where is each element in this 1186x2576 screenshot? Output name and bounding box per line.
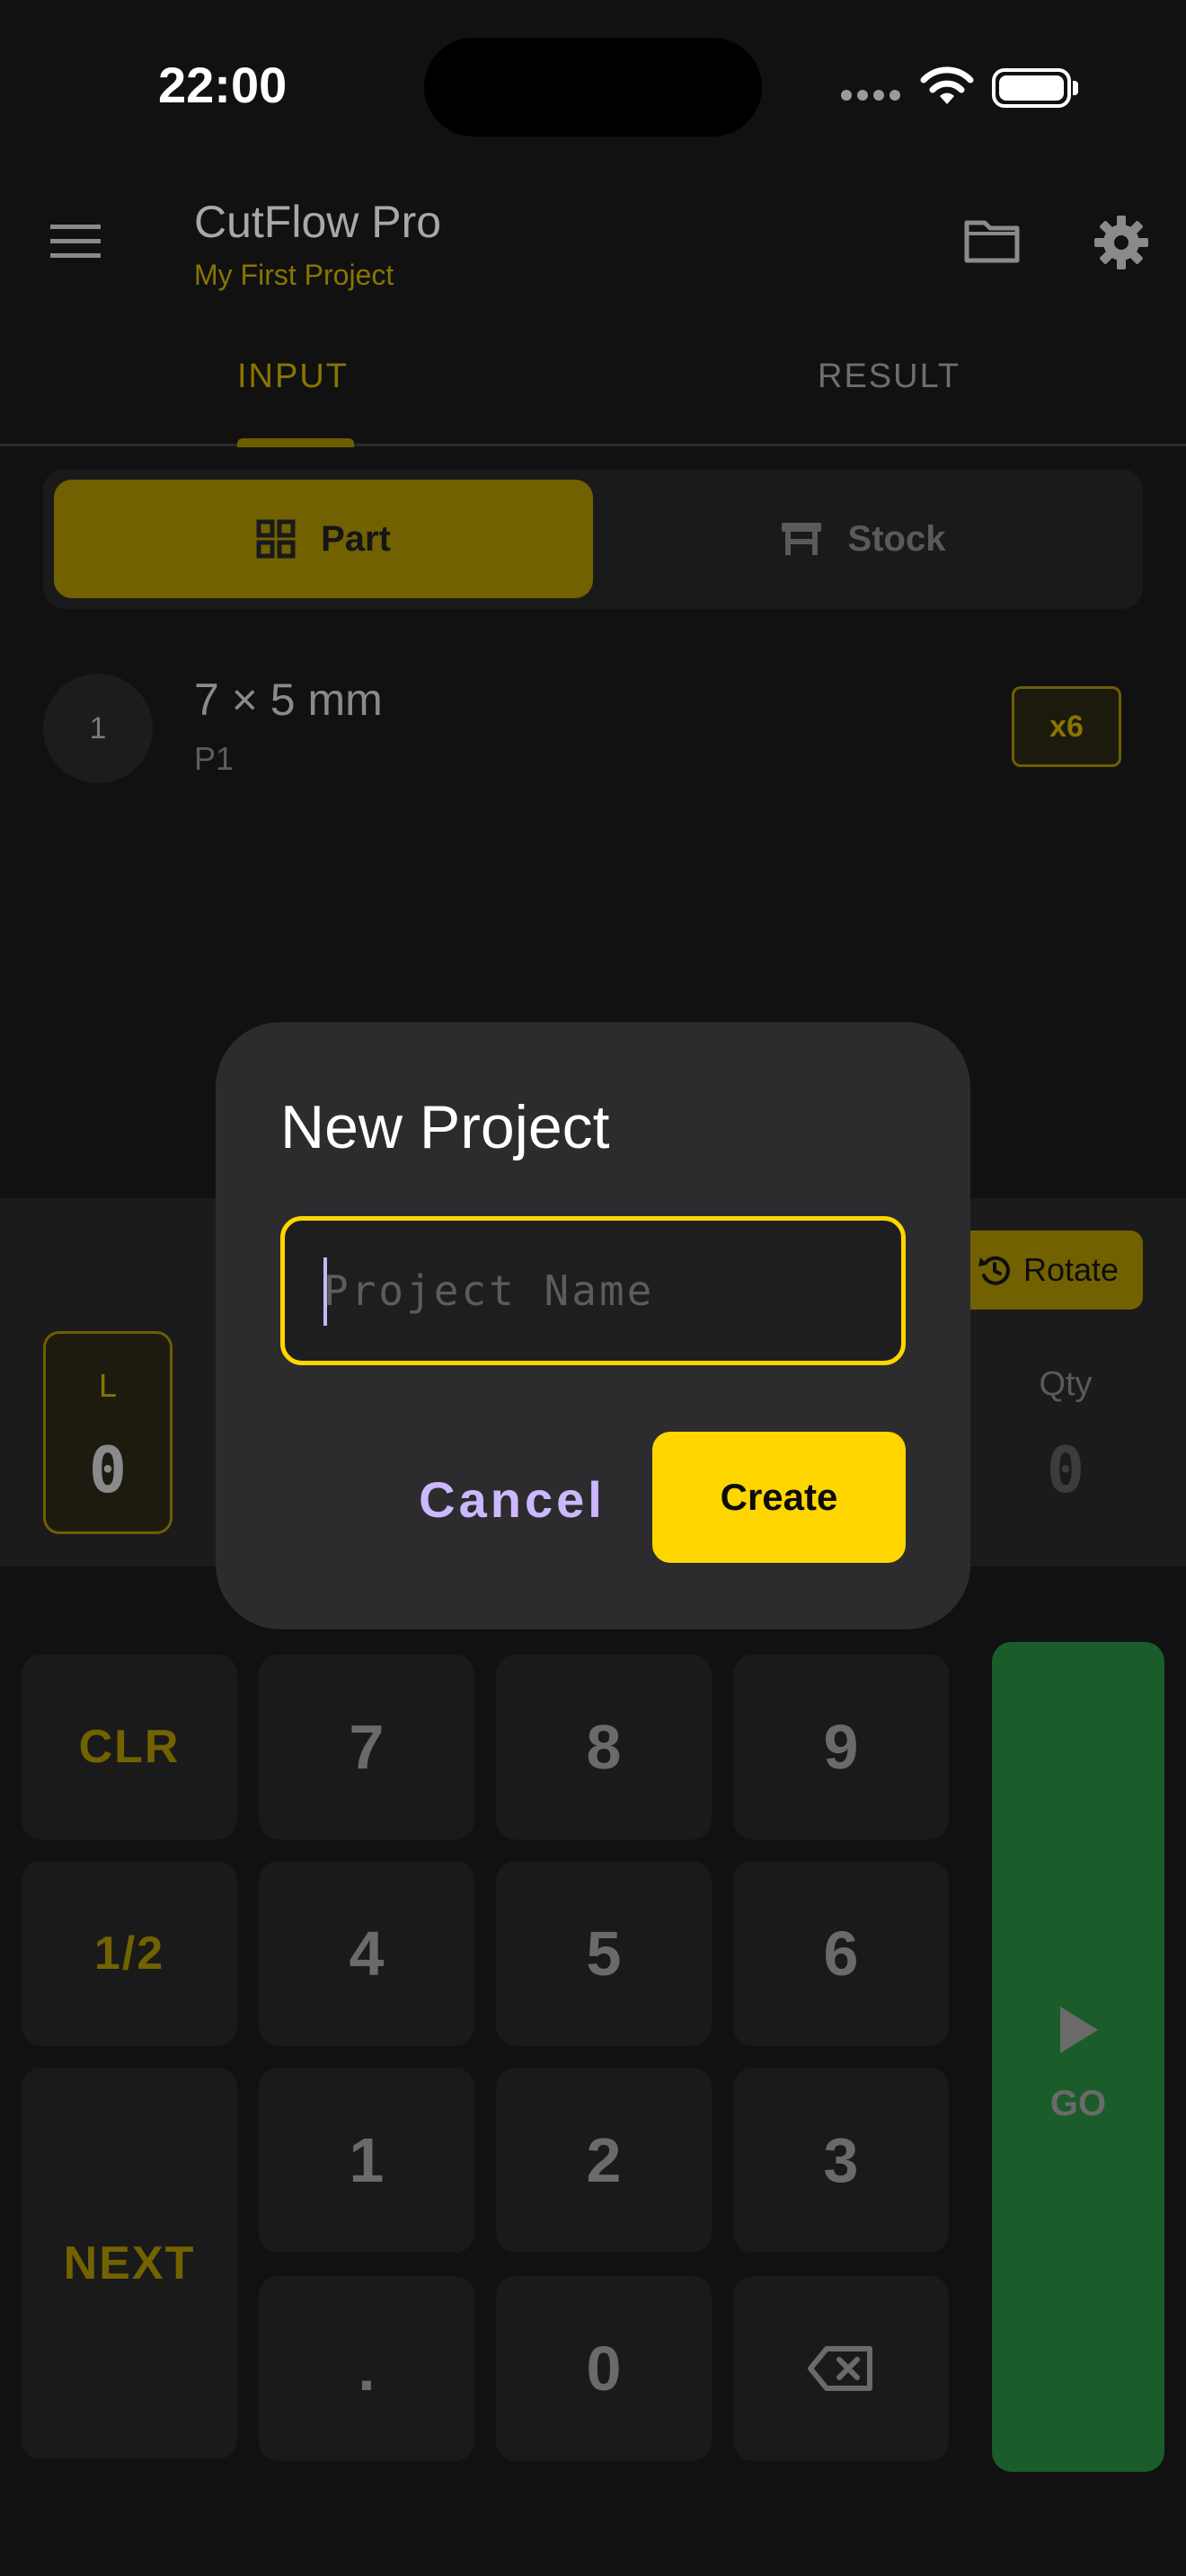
battery-tip: [1073, 81, 1078, 95]
quantity-label: Qty: [1039, 1365, 1093, 1403]
segment-part[interactable]: Part: [54, 480, 593, 598]
key-0[interactable]: 0: [496, 2276, 712, 2461]
key-8[interactable]: 8: [496, 1654, 712, 1839]
rotate-icon: [978, 1256, 1010, 1285]
rotate-button[interactable]: Rotate: [952, 1231, 1143, 1310]
dialog-title: New Project: [280, 1093, 610, 1161]
length-value: 0: [88, 1434, 128, 1507]
tab-result[interactable]: RESULT: [818, 357, 960, 396]
play-icon: [1060, 2007, 1098, 2053]
key-half[interactable]: 1/2: [22, 1861, 237, 2046]
backspace-icon: [808, 2346, 872, 2391]
folder-icon[interactable]: [963, 217, 1021, 264]
battery-icon: [992, 68, 1071, 108]
key-3[interactable]: 3: [733, 2068, 949, 2253]
length-label: L: [98, 1367, 118, 1404]
part-dimensions[interactable]: 7 × 5 mm: [194, 674, 383, 726]
key-decimal[interactable]: .: [259, 2276, 474, 2461]
go-button[interactable]: [992, 1642, 1164, 2472]
text-caret: [323, 1257, 327, 1326]
wifi-icon: [920, 66, 974, 104]
table-icon: [781, 523, 821, 555]
rotate-label: Rotate: [1022, 1251, 1120, 1288]
status-time: 22:00: [158, 57, 288, 113]
go-label: GO: [1049, 2084, 1107, 2123]
part-quantity-badge[interactable]: x6: [1012, 686, 1121, 767]
key-next[interactable]: NEXT: [22, 2068, 237, 2459]
key-clear[interactable]: CLR: [22, 1654, 237, 1839]
gear-icon[interactable]: [1093, 214, 1150, 271]
grid-icon: [256, 519, 296, 559]
key-4[interactable]: 4: [259, 1861, 474, 2046]
dynamic-island: [424, 38, 762, 137]
tab-active-indicator: [237, 438, 354, 447]
key-backspace[interactable]: [733, 2276, 949, 2461]
menu-icon[interactable]: [50, 223, 102, 260]
quantity-value[interactable]: 0: [1012, 1434, 1120, 1507]
key-9[interactable]: 9: [733, 1654, 949, 1839]
tab-divider: [0, 444, 1186, 446]
key-1[interactable]: 1: [259, 2068, 474, 2253]
key-6[interactable]: 6: [733, 1861, 949, 2046]
app-title: CutFlow Pro: [194, 197, 442, 247]
key-2[interactable]: 2: [496, 2068, 712, 2253]
segment-part-label: Part: [321, 518, 391, 559]
project-name-placeholder: Project Name: [323, 1266, 655, 1315]
segment-stock-label: Stock: [847, 518, 946, 559]
cellular-signal-icon: [841, 90, 904, 102]
project-subtitle: My First Project: [194, 259, 394, 291]
part-index-badge: 1: [43, 674, 153, 783]
cancel-button[interactable]: Cancel: [404, 1432, 620, 1566]
part-name: P1: [194, 740, 235, 777]
create-button[interactable]: Create: [652, 1432, 906, 1563]
segment-stock[interactable]: Stock: [593, 480, 1132, 598]
tab-input[interactable]: INPUT: [237, 357, 349, 396]
key-5[interactable]: 5: [496, 1861, 712, 2046]
key-7[interactable]: 7: [259, 1654, 474, 1839]
